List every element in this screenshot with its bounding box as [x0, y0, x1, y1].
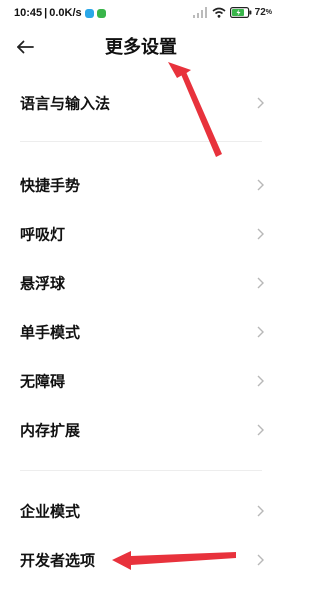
wifi-icon [212, 7, 226, 18]
settings-item-accessibility[interactable]: 无障碍 [0, 361, 282, 401]
green-app-icon [96, 8, 106, 18]
settings-item-memory-extension[interactable]: 内存扩展 [0, 410, 282, 450]
chevron-right-icon [257, 326, 264, 338]
section-divider [20, 141, 262, 142]
settings-item-label: 内存扩展 [20, 421, 81, 440]
status-left: 10:45 | 0.0K/s [14, 7, 106, 19]
chevron-right-icon [257, 97, 264, 109]
settings-item-label: 单手模式 [20, 323, 81, 342]
chevron-right-icon [257, 228, 264, 240]
battery-level: 72 [254, 7, 266, 18]
settings-item-breathing-light[interactable]: 呼吸灯 [0, 214, 282, 254]
settings-item-label: 悬浮球 [20, 274, 66, 293]
chevron-right-icon [257, 277, 264, 289]
cloud-app-icon [84, 8, 94, 18]
battery-icon [229, 7, 252, 18]
network-speed: 0.0K/s [49, 7, 82, 19]
settings-item-shortcut-gestures[interactable]: 快捷手势 [0, 165, 282, 205]
settings-item-label: 快捷手势 [20, 176, 81, 195]
settings-item-one-handed-mode[interactable]: 单手模式 [0, 312, 282, 352]
settings-item-label: 无障碍 [20, 372, 66, 391]
settings-item-label: 开发者选项 [20, 551, 96, 570]
chevron-right-icon [257, 179, 264, 191]
settings-item-label: 语言与输入法 [20, 94, 111, 113]
chevron-right-icon [257, 505, 264, 517]
chevron-right-icon [257, 375, 264, 387]
settings-item-language-input[interactable]: 语言与输入法 [0, 83, 282, 123]
header: 更多设置 [0, 30, 282, 64]
settings-item-label: 呼吸灯 [20, 225, 66, 244]
status-bar: 10:45 | 0.0K/s 72% [0, 0, 282, 30]
settings-item-developer-options[interactable]: 开发者选项 [0, 540, 282, 580]
status-separator: | [44, 7, 48, 19]
chevron-right-icon [257, 554, 264, 566]
status-right: 72% [188, 7, 272, 18]
settings-item-enterprise-mode[interactable]: 企业模式 [0, 491, 282, 531]
section-divider [20, 470, 262, 471]
battery-percent-sign: % [265, 9, 272, 16]
status-time: 10:45 [14, 7, 43, 19]
settings-item-label: 企业模式 [20, 502, 81, 521]
chevron-right-icon [257, 424, 264, 436]
page-title: 更多设置 [105, 37, 177, 58]
settings-item-floating-ball[interactable]: 悬浮球 [0, 263, 282, 303]
signal-icon [192, 7, 207, 18]
